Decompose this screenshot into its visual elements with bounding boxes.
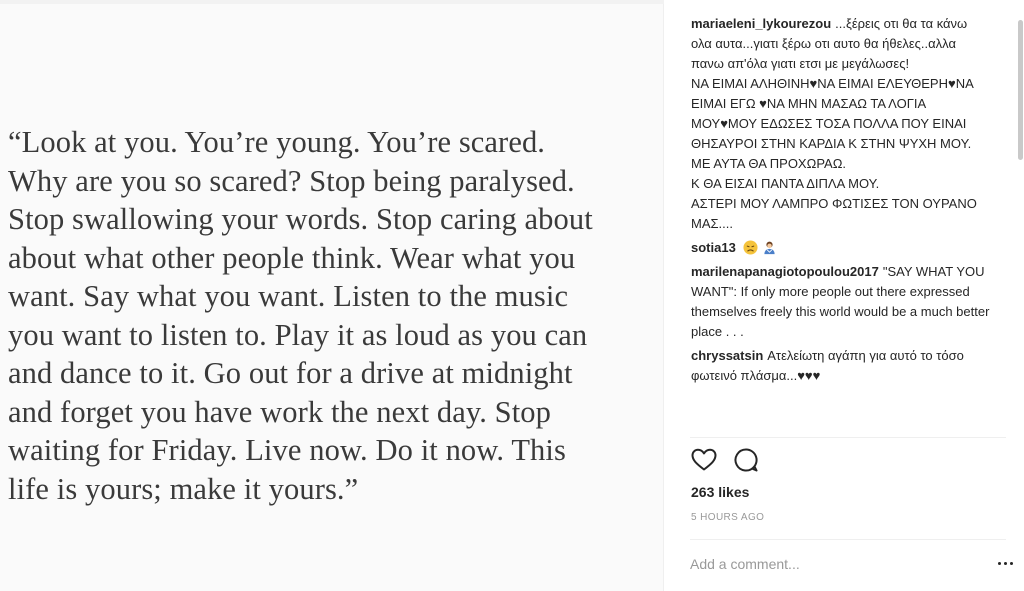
more-dot [1009,561,1013,565]
add-comment-input[interactable] [690,552,980,576]
more-dot [997,561,1001,565]
comments-panel: mariaeleni_lykourezou ...ξέρεις οτι θα τα… [665,0,1024,591]
comment-username[interactable]: sotia13 [691,240,736,255]
scrollbar-thumb[interactable] [1018,20,1023,160]
comment-item: chryssatsin Ατελείωτη αγάπη για αυτό το τ… [691,346,991,386]
speech-bubble-icon [734,448,758,472]
divider [690,539,1006,540]
comment-item: sotia13 [691,238,991,258]
divider [690,437,1006,438]
action-bar [690,446,760,476]
likes-count[interactable]: 263 likes [691,484,749,500]
comments-list: mariaeleni_lykourezou ...ξέρεις οτι θα τα… [691,14,991,388]
comment-button[interactable] [732,446,760,474]
more-dot [1003,561,1007,565]
comment-username[interactable]: marilenapanagiotopoulou2017 [691,264,879,279]
comment-username[interactable]: mariaeleni_lykourezou [691,16,831,31]
comment-username[interactable]: chryssatsin [691,348,763,363]
heart-outline-icon [691,448,717,471]
top-border [0,0,664,4]
quote-text: “Look at you. You’re young. You’re scare… [8,125,593,506]
person-bowing-icon [764,241,775,255]
comments-scrollbar[interactable] [1017,10,1024,435]
post-timestamp[interactable]: 5 HOURS AGO [691,512,764,523]
comment-item: marilenapanagiotopoulou2017 "SAY WHAT YOU… [691,262,991,342]
more-options-button[interactable] [995,556,1015,570]
comment-item: mariaeleni_lykourezou ...ξέρεις οτι θα τα… [691,14,991,234]
disappointed-face-icon [743,240,758,255]
post-image[interactable]: “Look at you. You’re young. You’re scare… [0,0,664,591]
like-button[interactable] [690,446,718,474]
comment-text: ...ξέρεις οτι θα τα κάνω ολα αυτα...γιατ… [691,16,977,231]
